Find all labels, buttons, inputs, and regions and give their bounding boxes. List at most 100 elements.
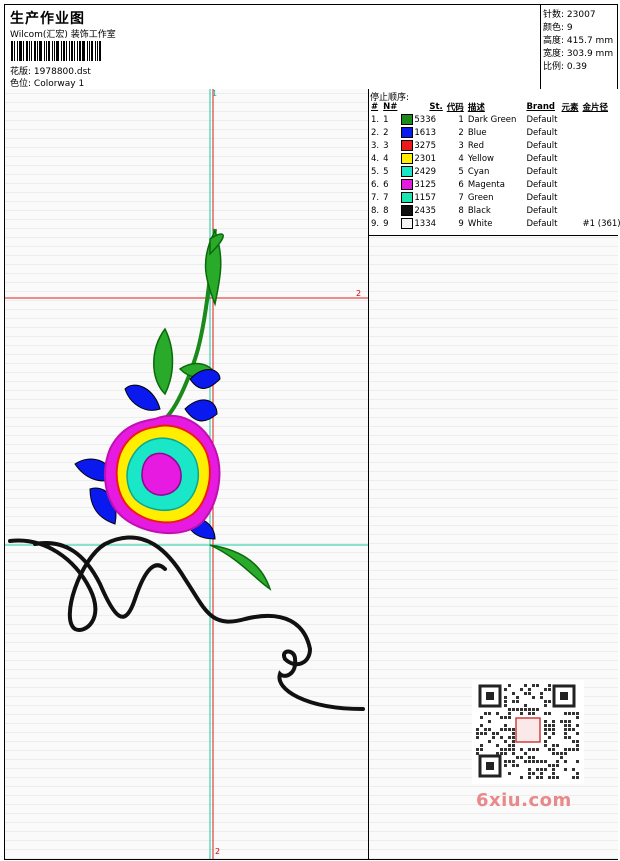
green-leaf-mid — [153, 327, 174, 396]
black-swirl-inner — [33, 541, 167, 619]
row-index: 1. — [371, 114, 380, 125]
header-info: 生产作业图 Wilcom(汇宏) 装饰工作室 花版: 1978800.dst 色… — [4, 4, 541, 90]
table-row: 6. 6 3125 6 Magenta Default — [369, 178, 620, 191]
row-n: 2 — [383, 127, 389, 138]
col-header-code: 代码 — [446, 103, 464, 113]
design-preview: 1 2 2 — [5, 89, 369, 859]
row-stitches: 1334 — [399, 217, 444, 230]
row-code: 8 — [458, 205, 464, 216]
row-stitches: 1613 — [399, 126, 444, 139]
row-code: 5 — [458, 166, 464, 177]
table-row: 2. 2 1613 2 Blue Default — [369, 126, 620, 139]
height-label: 高度: — [543, 36, 565, 46]
stat-colors: 颜色: 9 — [543, 20, 573, 33]
row-description: White — [467, 218, 493, 229]
table-row: 9. 9 1334 9 White Default #1 (361) — [369, 217, 620, 230]
colorway-label: 色位: — [10, 79, 32, 89]
color-swatch — [401, 140, 414, 151]
width-label: 宽度: — [543, 49, 565, 59]
row-index: 3. — [371, 140, 380, 151]
row-n: 5 — [383, 166, 389, 177]
stitch-count: 3275 — [414, 141, 437, 151]
row-brand: Default — [526, 192, 558, 203]
qr-code-graphic — [476, 684, 579, 779]
row-stitches: 5336 — [399, 113, 444, 126]
row-n: 6 — [383, 179, 389, 190]
colors-label: 颜色: — [543, 23, 565, 33]
width-value: 303.9 mm — [566, 49, 614, 59]
row-stitches: 2301 — [399, 152, 444, 165]
table-row: 5. 5 2429 5 Cyan Default — [369, 165, 620, 178]
row-code: 6 — [458, 179, 464, 190]
stats-box: 针数: 23007 颜色: 9 高度: 415.7 mm 宽度: 303.9 m… — [540, 4, 618, 90]
row-brand: Default — [526, 153, 558, 164]
row-brand: Default — [526, 218, 558, 229]
row-description: Red — [467, 140, 484, 151]
stitch-count: 2435 — [414, 206, 437, 216]
stat-height: 高度: 415.7 mm — [543, 33, 613, 46]
row-extra — [581, 139, 620, 152]
row-element — [560, 139, 581, 152]
stat-scale: 比例: 0.39 — [543, 59, 587, 72]
row-n: 1 — [383, 114, 389, 125]
stitch-count: 1613 — [414, 128, 437, 138]
row-element — [560, 204, 581, 217]
row-brand: Default — [526, 127, 558, 138]
table-row: 7. 7 1157 7 Green Default — [369, 191, 620, 204]
row-n: 8 — [383, 205, 389, 216]
col-header-stitches: St. — [429, 102, 443, 112]
row-extra — [581, 204, 620, 217]
stitches-label: 针数: — [543, 10, 565, 20]
row-index: 8. — [371, 205, 380, 216]
flower-center — [141, 452, 182, 496]
guide-label-mid: 2 — [356, 289, 362, 298]
color-swatch — [401, 153, 414, 164]
qr-code — [472, 680, 584, 784]
row-code: 9 — [458, 218, 464, 229]
row-code: 7 — [458, 192, 464, 203]
row-index: 4. — [371, 153, 380, 164]
row-element — [560, 178, 581, 191]
row-stitches: 2435 — [399, 204, 444, 217]
stop-sequence-table: # N# St. 代码 描述 Brand 元素 金片径 1. 1 5336 1 Dark… — [369, 101, 620, 230]
row-extra — [581, 178, 620, 191]
stitch-count: 1157 — [414, 193, 437, 203]
color-swatch — [401, 192, 414, 203]
row-brand: Default — [526, 140, 558, 151]
row-n: 3 — [383, 140, 389, 151]
row-description: Magenta — [467, 179, 505, 190]
row-extra — [581, 165, 620, 178]
row-element — [560, 113, 581, 126]
page-title: 生产作业图 — [10, 11, 85, 27]
scale-label: 比例: — [543, 62, 565, 72]
stat-stitches: 针数: 23007 — [543, 7, 596, 20]
col-header-brand: Brand — [526, 102, 555, 112]
row-extra — [581, 126, 620, 139]
col-header-sequin: 金片径 — [582, 103, 609, 113]
row-stitches: 3275 — [399, 139, 444, 152]
row-description: Cyan — [467, 166, 490, 177]
row-code: 1 — [458, 114, 464, 125]
stitch-count: 2429 — [414, 167, 437, 177]
stitch-count: 1334 — [414, 219, 437, 229]
stitches-value: 23007 — [566, 10, 596, 20]
row-brand: Default — [526, 166, 558, 177]
row-index: 5. — [371, 166, 380, 177]
row-n: 4 — [383, 153, 389, 164]
col-header-n: N# — [383, 102, 398, 112]
row-description: Green — [467, 192, 494, 203]
table-row: 3. 3 3275 3 Red Default — [369, 139, 620, 152]
row-index: 9. — [371, 218, 380, 229]
row-code: 3 — [458, 140, 464, 151]
color-swatch — [401, 127, 414, 138]
row-element — [560, 165, 581, 178]
colors-value: 9 — [566, 23, 573, 33]
col-header-index: # — [371, 102, 379, 112]
table-row: 4. 4 2301 4 Yellow Default — [369, 152, 620, 165]
row-stitches: 3125 — [399, 178, 444, 191]
color-swatch — [401, 205, 414, 216]
guide-label-bottom: 2 — [215, 847, 221, 856]
stitch-count: 5336 — [414, 115, 437, 125]
row-element — [560, 126, 581, 139]
row-code: 2 — [458, 127, 464, 138]
